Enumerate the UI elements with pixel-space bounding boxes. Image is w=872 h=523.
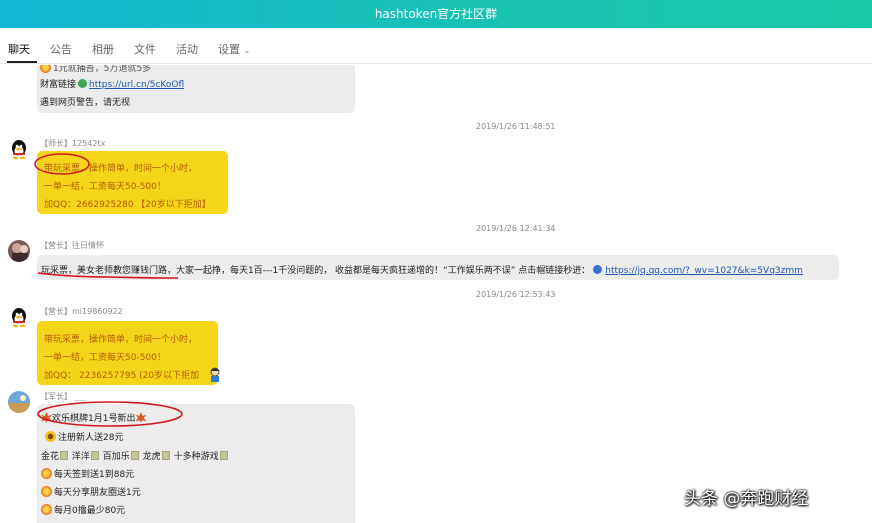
tab-album[interactable]: 相册 bbox=[92, 41, 114, 57]
message-text: 每天分享朋友圈送1元 bbox=[41, 485, 141, 498]
message-text: 每月0撸最少80元 bbox=[41, 503, 125, 516]
sticker-icon bbox=[90, 451, 99, 460]
sunflower-icon bbox=[45, 431, 56, 442]
tab-files[interactable]: 文件 bbox=[134, 41, 156, 57]
avatar[interactable] bbox=[8, 391, 30, 413]
message-text: 带玩采票，操作简单，时间一个小时， bbox=[44, 164, 198, 174]
watermark: 头条 @奔跑财经 bbox=[684, 489, 809, 509]
maple-leaf-icon bbox=[41, 412, 52, 423]
burst-icon bbox=[41, 486, 52, 497]
tab-settings[interactable]: 设置 ⌄ bbox=[218, 41, 251, 57]
sender-name[interactable]: 【营长】往日情怀 bbox=[40, 240, 104, 251]
message-text: 带玩采票，操作简单，时间一个小时， bbox=[44, 335, 198, 345]
message-text: 玩采票，美女老师教您赚钱门路，大家一起挣，每天1百---1千没问题的， 收益都是… bbox=[41, 265, 803, 276]
message-text: 金花 洋洋 百加乐 龙虎 十多种游戏 bbox=[41, 449, 229, 462]
shield-verified-icon bbox=[78, 79, 88, 88]
message-text: 一单一结，工资每天50-500！ bbox=[44, 353, 166, 363]
message-link[interactable]: https://url.cn/5cKoOfl bbox=[89, 80, 184, 90]
emoji-icon bbox=[40, 65, 51, 73]
tab-bar: 聊天 公告 相册 文件 活动 设置 ⌄ bbox=[0, 28, 872, 64]
tab-activities[interactable]: 活动 bbox=[176, 41, 198, 57]
chevron-down-icon: ⌄ bbox=[243, 46, 251, 56]
message-timestamp: 2019/1/26 12:41:34 bbox=[476, 224, 556, 233]
shield-icon bbox=[593, 265, 603, 274]
message-text: 每天签到送1到88元 bbox=[41, 467, 134, 480]
message-link[interactable]: https://jq.qq.com/?_wv=1027&k=5Vq3zmm bbox=[605, 266, 803, 276]
message-text: 财富链接 https://url.cn/5cKoOfl bbox=[40, 79, 185, 90]
message-text: 欢乐棋牌1月1号新出 bbox=[41, 411, 147, 424]
window-title: hashtoken官方社区群 bbox=[374, 7, 498, 21]
tab-settings-label: 设置 bbox=[218, 43, 240, 56]
sticker-icon bbox=[161, 451, 170, 460]
sender-name[interactable]: 【军长】 ___ bbox=[40, 391, 87, 402]
message-text: 遇到网页警告，请无视 bbox=[40, 98, 131, 108]
avatar[interactable] bbox=[8, 138, 30, 160]
message-text: 一单一结，工资每天50-500！ bbox=[44, 182, 166, 192]
sender-name[interactable]: 【营长】mi19860922 bbox=[40, 306, 123, 317]
maple-leaf-icon bbox=[135, 412, 147, 423]
avatar[interactable] bbox=[8, 306, 30, 328]
active-tab-indicator bbox=[7, 61, 37, 63]
message-text: 1元就捕吾，5万退就5多 bbox=[40, 65, 151, 74]
sticker-icon bbox=[219, 451, 228, 460]
sender-name[interactable]: 【师长】12542tx bbox=[40, 138, 105, 149]
message-timestamp: 2019/1/26 12:53:43 bbox=[476, 290, 556, 299]
sticker-icon bbox=[130, 451, 139, 460]
burst-icon bbox=[41, 468, 52, 479]
chat-area[interactable]: 1元就捕吾，5万退就5多 财富链接 https://url.cn/5cKoOfl … bbox=[0, 65, 872, 523]
message-text: 加QQ： 2236257795 (20岁以下拒加 bbox=[44, 371, 200, 381]
tab-announcements[interactable]: 公告 bbox=[50, 41, 72, 57]
avatar[interactable] bbox=[8, 240, 30, 262]
message-text: 加QQ：2662925280 【20岁以下拒加】 bbox=[44, 200, 211, 210]
sticker-icon bbox=[60, 451, 69, 460]
burst-icon bbox=[41, 504, 52, 515]
message-timestamp: 2019/1/26 11:48:51 bbox=[476, 122, 556, 131]
tab-chat[interactable]: 聊天 bbox=[8, 41, 30, 57]
window-title-bar: hashtoken官方社区群 bbox=[0, 0, 872, 28]
message-text: 注册新人送28元 bbox=[45, 430, 123, 443]
sticker-character-icon bbox=[208, 367, 222, 383]
